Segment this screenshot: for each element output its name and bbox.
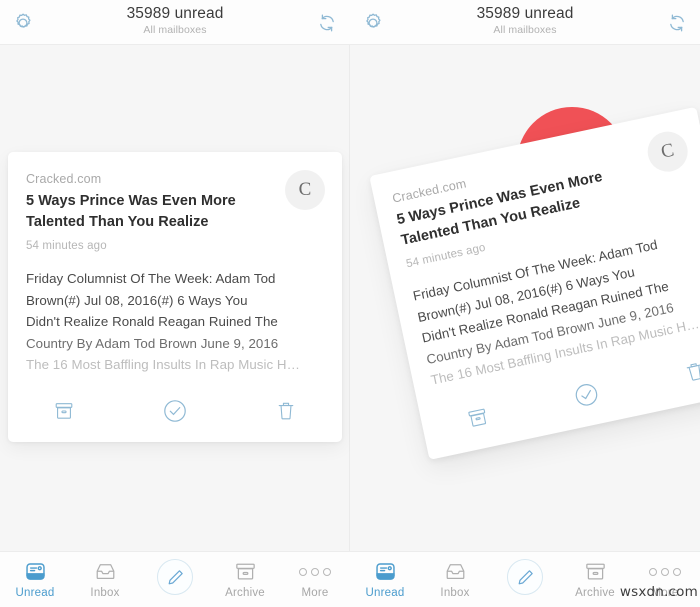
tab-more[interactable]: More <box>280 552 350 607</box>
app-screen: 35989 unread All mailboxes C Cracked.com… <box>0 0 700 607</box>
tab-label: Unread <box>15 587 55 599</box>
refresh-button[interactable] <box>664 10 690 36</box>
tabbar-left: Unread Inbox Archive More <box>0 551 350 607</box>
mailbox-scope: All mailboxes <box>143 24 207 36</box>
tab-archive[interactable]: Archive <box>560 552 630 607</box>
check-circle-icon <box>575 384 598 406</box>
tab-label: Archive <box>225 587 265 599</box>
compose-pencil-icon <box>507 559 543 595</box>
tab-label: Archive <box>575 587 615 599</box>
preview-line: Friday Columnist Of The Week: Adam Tod <box>26 271 276 286</box>
email-sender: Cracked.com <box>26 172 102 186</box>
tab-inbox[interactable]: Inbox <box>420 552 490 607</box>
panel-right-header: 35989 unread All mailboxes <box>350 0 700 45</box>
tab-label: More <box>301 587 329 599</box>
email-card-body: C Cracked.com 5 Ways Prince Was Even Mor… <box>369 107 700 395</box>
preview-line: Brown(#) Jul 08, 2016(#) 6 Ways You <box>26 292 248 308</box>
preview-line: Country By Adam Tod Brown June 9, 2016 <box>26 335 279 351</box>
archive-button[interactable] <box>8 400 119 422</box>
delete-button[interactable] <box>639 349 700 395</box>
tab-archive[interactable]: Archive <box>210 552 280 607</box>
tab-compose[interactable] <box>140 552 210 607</box>
archive-box-icon <box>55 403 72 419</box>
tab-unread[interactable]: Unread <box>0 552 70 607</box>
archive-button[interactable] <box>421 396 534 441</box>
archive-box-icon <box>468 408 486 427</box>
tab-compose[interactable] <box>490 552 560 607</box>
panel-left-header: 35989 unread All mailboxes <box>0 0 350 45</box>
unread-tray-icon <box>373 559 398 584</box>
refresh-icon <box>670 14 684 32</box>
tab-label: Inbox <box>90 587 120 599</box>
header-title-block: 35989 unread All mailboxes <box>0 4 350 37</box>
tab-label: More <box>651 587 679 599</box>
preview-line: The 16 Most Baffling Insults In Rap Musi… <box>26 357 300 372</box>
unread-count: 35989 unread <box>476 5 574 22</box>
tab-label: Unread <box>365 587 405 599</box>
email-card-body: C Cracked.com 5 Ways Prince Was Even Mor… <box>8 152 342 376</box>
tab-label: Inbox <box>440 587 470 599</box>
gear-icon <box>16 13 31 28</box>
email-preview: Friday Columnist Of The Week: Adam Tod B… <box>26 268 324 376</box>
more-dots-icon <box>299 559 331 584</box>
tabbar-right: Unread Inbox Archive More <box>350 551 700 607</box>
unread-count: 35989 unread <box>126 5 224 22</box>
archive-box-icon <box>583 559 608 584</box>
settings-button[interactable] <box>10 10 36 36</box>
trash-icon <box>278 402 294 419</box>
archive-box-icon <box>233 559 258 584</box>
inbox-tray-icon <box>443 559 468 584</box>
compose-pencil-icon <box>157 559 193 595</box>
panel-right: 35989 unread All mailboxes Delete <box>350 0 700 607</box>
trash-icon <box>686 362 700 381</box>
avatar: C <box>643 127 692 176</box>
more-dots-icon <box>649 559 681 584</box>
header-title-block: 35989 unread All mailboxes <box>350 4 700 37</box>
tab-more[interactable]: More <box>630 552 700 607</box>
email-card-actions <box>8 398 342 424</box>
mark-done-button[interactable] <box>529 371 643 420</box>
email-card-dragged[interactable]: C Cracked.com 5 Ways Prince Was Even Mor… <box>369 106 700 460</box>
email-card[interactable]: C Cracked.com 5 Ways Prince Was Even Mor… <box>8 152 342 442</box>
gear-icon <box>366 13 381 28</box>
unread-tray-icon <box>23 559 48 584</box>
email-timestamp: 54 minutes ago <box>26 240 107 252</box>
check-circle-icon <box>164 400 186 422</box>
mark-done-button[interactable] <box>119 398 230 424</box>
preview-line: Didn't Realize Ronald Reagan Ruined The <box>26 314 278 329</box>
panel-left: 35989 unread All mailboxes C Cracked.com… <box>0 0 350 607</box>
settings-button[interactable] <box>360 10 386 36</box>
email-subject: 5 Ways Prince Was Even More Talented Tha… <box>26 193 236 230</box>
tab-unread[interactable]: Unread <box>350 552 420 607</box>
tab-inbox[interactable]: Inbox <box>70 552 140 607</box>
mailbox-scope: All mailboxes <box>493 24 557 36</box>
avatar: C <box>285 170 325 210</box>
refresh-icon <box>320 14 334 32</box>
refresh-button[interactable] <box>314 10 340 36</box>
delete-button[interactable] <box>231 400 342 423</box>
inbox-tray-icon <box>93 559 118 584</box>
